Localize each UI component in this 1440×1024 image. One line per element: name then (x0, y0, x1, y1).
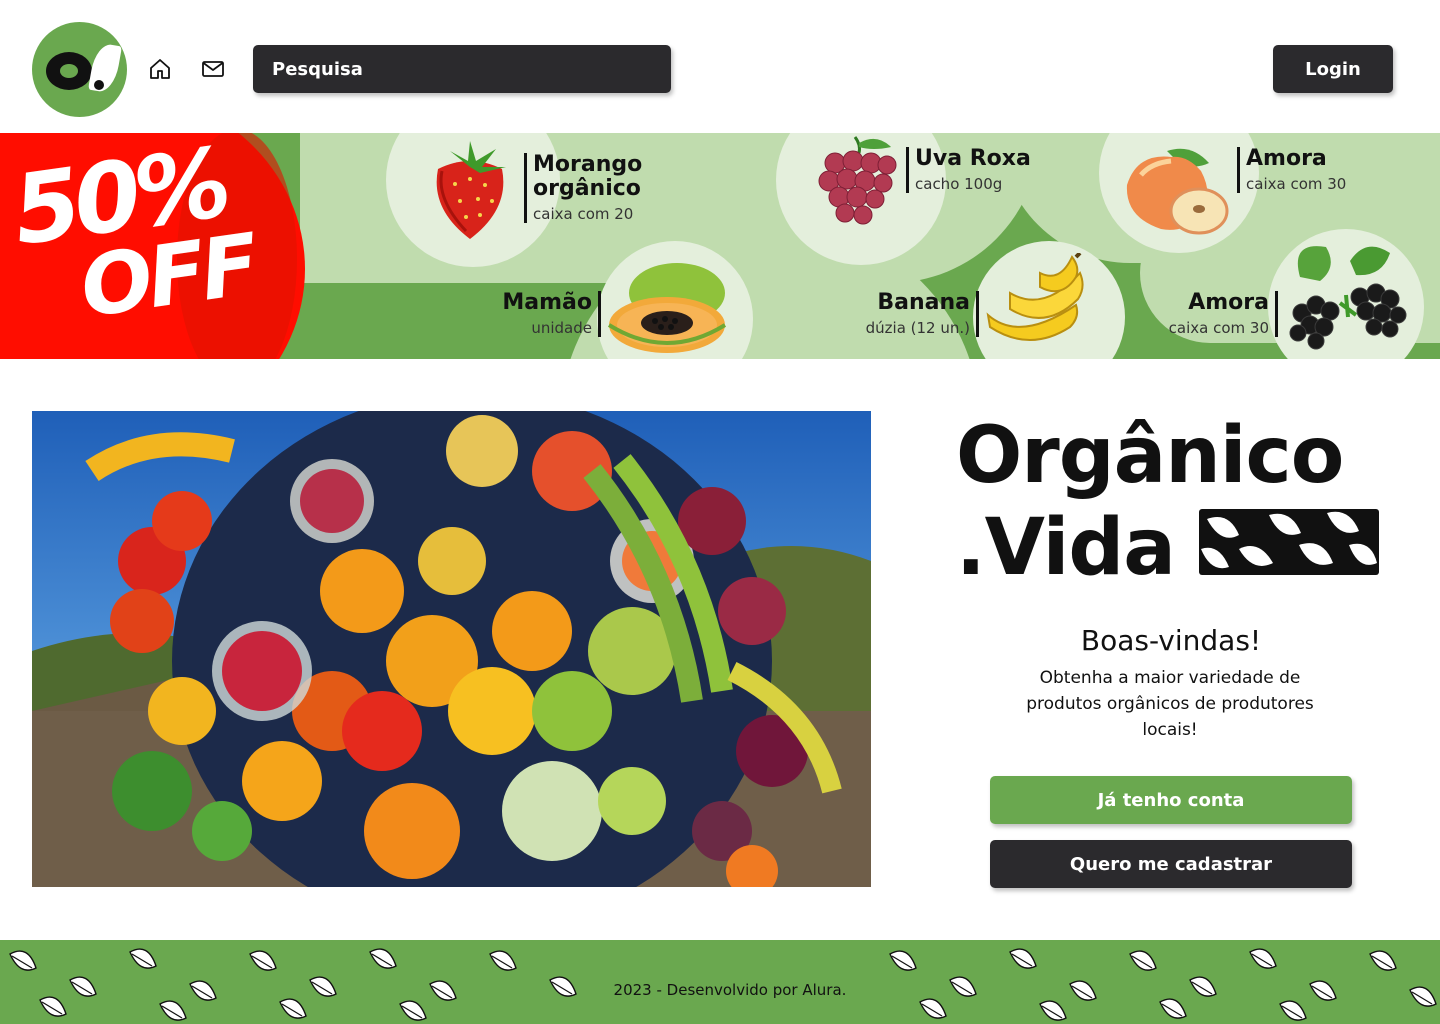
product-name: Amora (1188, 290, 1269, 315)
home-icon[interactable] (148, 57, 172, 81)
product-desc: caixa com 20 (533, 205, 634, 223)
existing-account-button[interactable]: Já tenho conta (990, 776, 1352, 824)
product-name: Morango orgânico (533, 152, 643, 201)
product-amora-top[interactable]: Amora caixa com 30 (1237, 147, 1346, 193)
hero-image (32, 411, 871, 887)
product-desc: dúzia (12 un.) (865, 319, 970, 337)
register-button[interactable]: Quero me cadastrar (990, 840, 1352, 888)
welcome-heading: Boas-vindas! (1080, 624, 1262, 657)
banana-icon (986, 253, 1084, 341)
fruit-basket-photo (32, 411, 871, 887)
product-desc: unidade (531, 319, 592, 337)
logo[interactable] (32, 22, 127, 117)
welcome-subtitle: Obtenha a maior variedade de produtos or… (1026, 668, 1314, 740)
product-name: Banana (877, 290, 970, 315)
strawberry-icon (436, 141, 506, 239)
logo-dot (94, 80, 104, 90)
blackberry-icon (1289, 246, 1407, 350)
product-uva-roxa[interactable]: Uva Roxa cacho 100g (906, 147, 1031, 193)
brand-line-1: Orgânico (956, 411, 1344, 501)
footer-text: 2023 - Desenvolvido por Alura. (581, 964, 879, 1016)
mail-icon[interactable] (201, 57, 225, 81)
apple-icon (1126, 148, 1229, 235)
product-mamao[interactable]: Mamão unidade (472, 291, 601, 337)
logo-leaf-icon (88, 42, 122, 94)
header: Login (0, 0, 1440, 133)
logo-letter-o (46, 52, 92, 90)
product-banana[interactable]: Banana dúzia (12 un.) (838, 291, 979, 337)
leaf-pattern-icon (1199, 509, 1379, 575)
product-amora-bottom[interactable]: Amora caixa com 30 (1138, 291, 1278, 337)
product-name: Uva Roxa (915, 146, 1031, 171)
product-desc: caixa com 30 (1246, 175, 1347, 193)
product-desc: caixa com 30 (1168, 319, 1269, 337)
product-morango[interactable]: Morango orgânico caixa com 20 (524, 153, 642, 223)
search-input[interactable] (253, 45, 671, 93)
product-desc: cacho 100g (915, 175, 1003, 193)
papaya-icon (607, 263, 727, 353)
login-button[interactable]: Login (1273, 45, 1393, 93)
product-name: Mamão (502, 290, 592, 315)
grape-icon (818, 136, 897, 225)
product-name: Amora (1246, 146, 1327, 171)
promo-banner: 50% OFF Morango orgânico caixa com 20 Uva… (0, 133, 1440, 359)
